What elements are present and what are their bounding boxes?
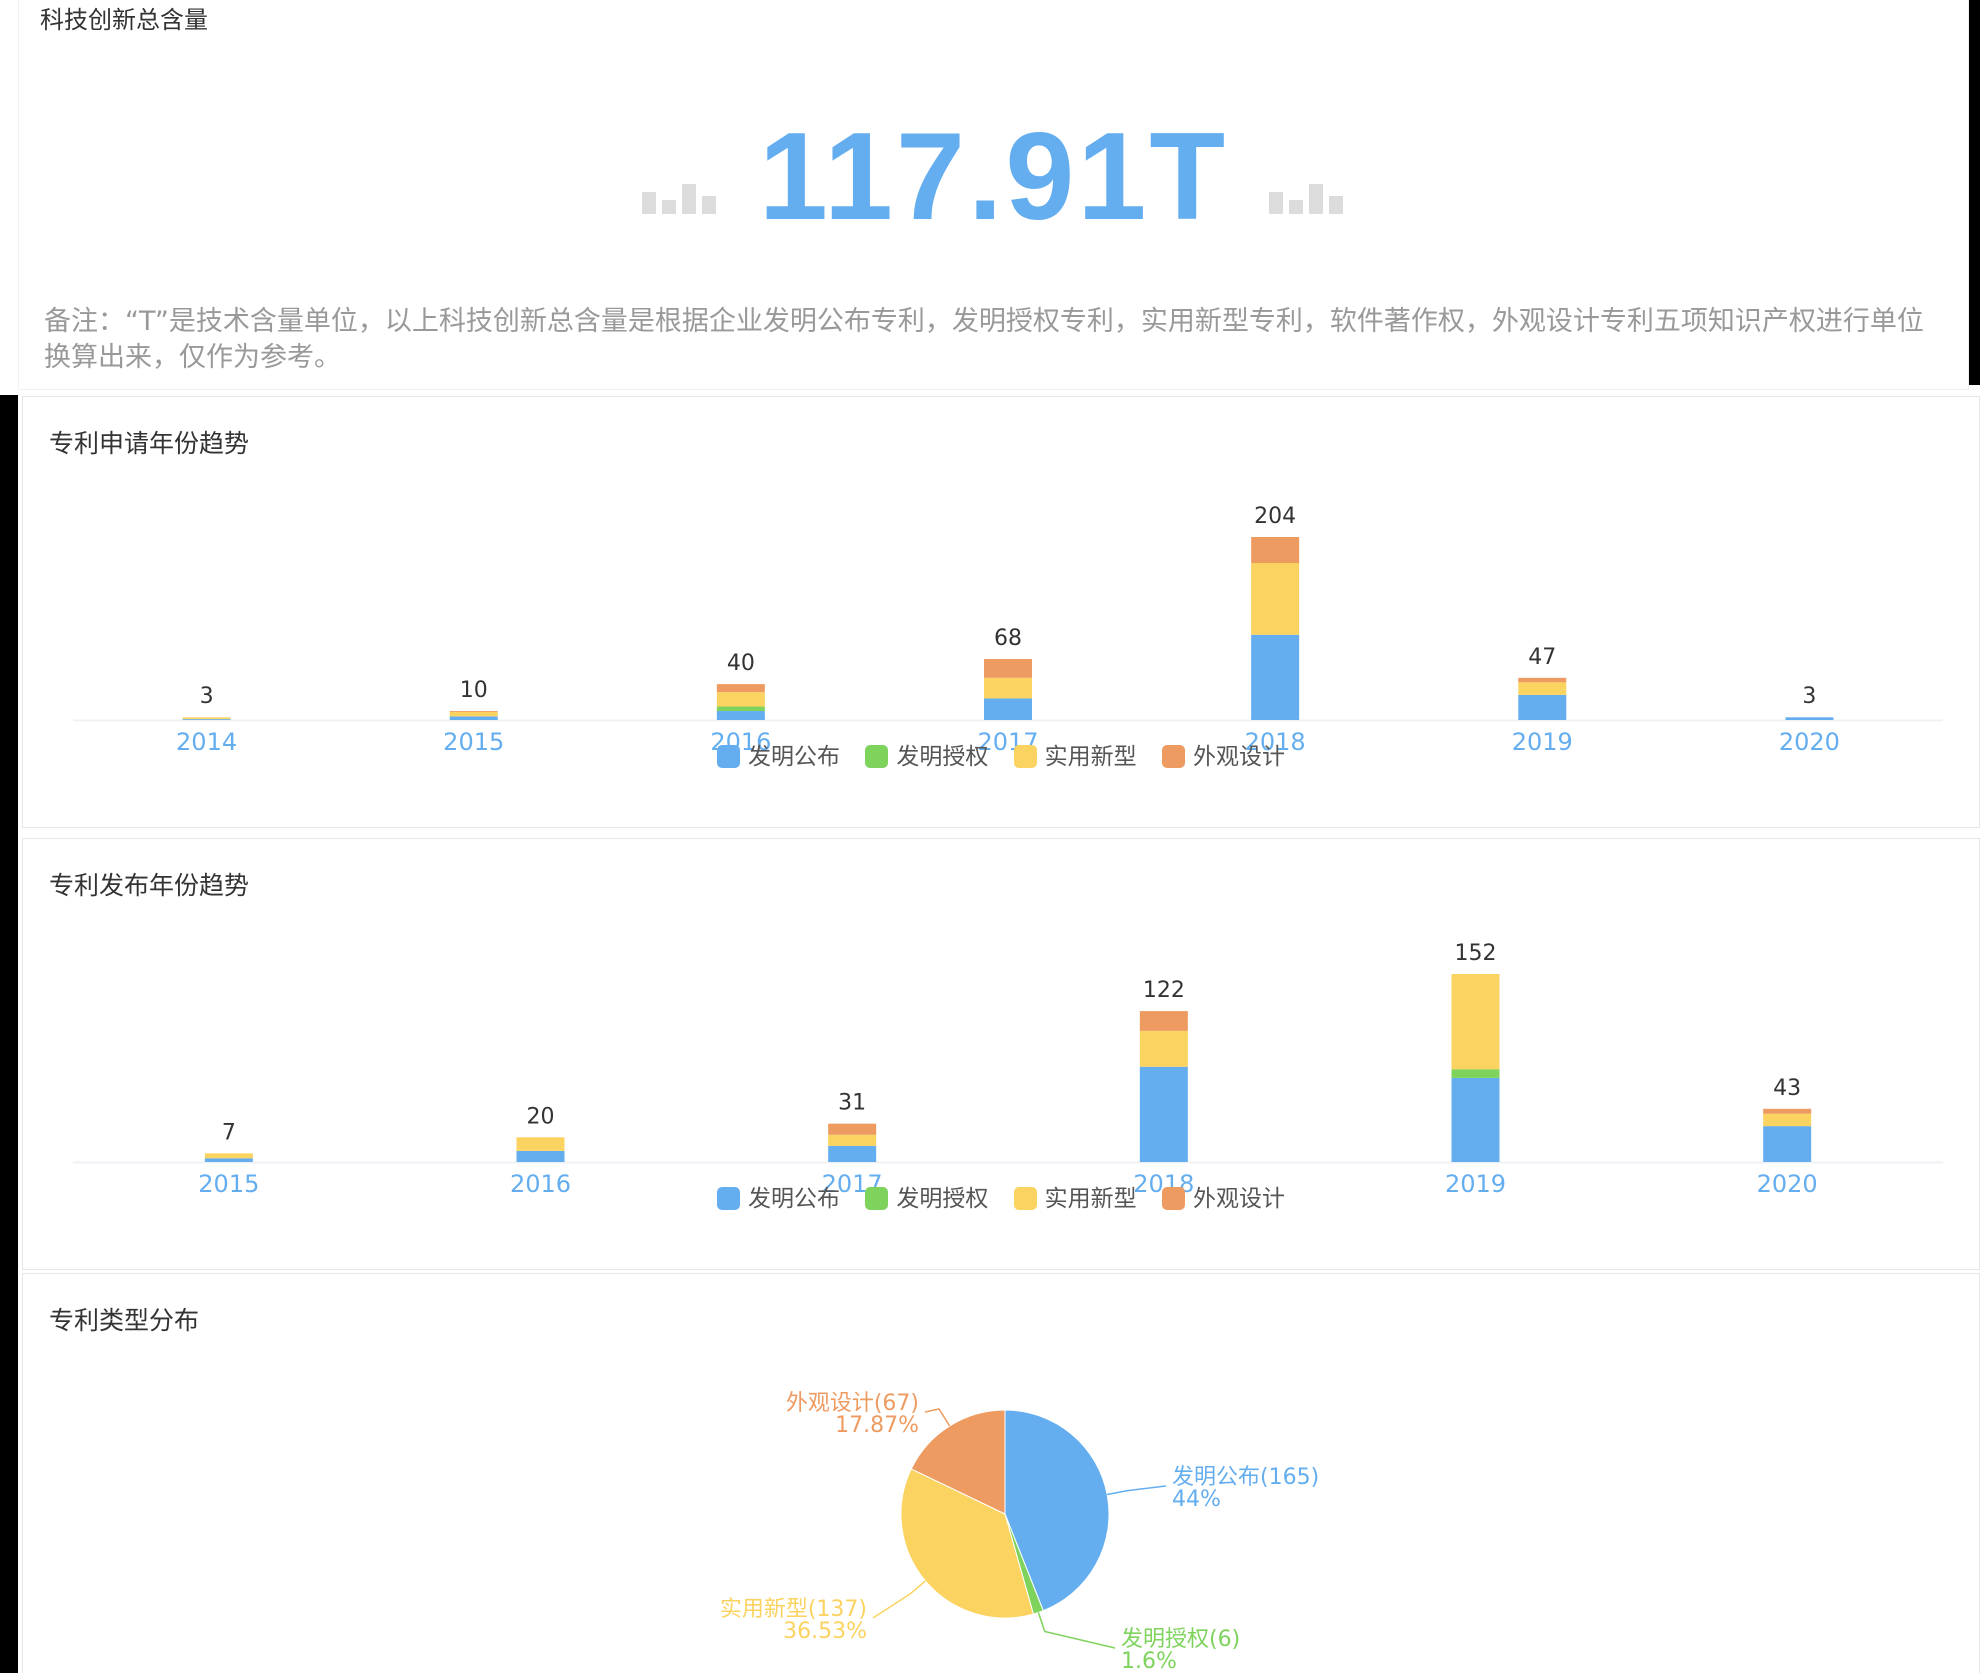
legend-label: 发明公布 [748, 744, 841, 770]
legend-swatch [865, 1187, 889, 1210]
bar-segment[interactable] [984, 677, 1032, 699]
bar-segment[interactable] [182, 717, 231, 720]
pie-percent-label: 44% [1172, 1487, 1221, 1512]
bar-segment[interactable] [716, 684, 765, 693]
type-pie-chart: 发明公布(165)44%发明授权(6)1.6%实用新型(137)36.53%外观… [720, 1391, 1319, 1674]
bar-segment[interactable] [1139, 1030, 1188, 1067]
pie-leader-line [872, 1580, 926, 1619]
legend-label: 外观设计 [1192, 1186, 1285, 1212]
bar-segment[interactable] [828, 1123, 877, 1135]
frame-edge-right [1969, 0, 1980, 385]
bar-segment[interactable] [204, 1158, 253, 1162]
bar-segment[interactable] [449, 716, 498, 720]
bar-segment[interactable] [449, 711, 498, 712]
panel-title: 科技创新总含量 [40, 6, 208, 34]
pie-percent-label: 17.87% [835, 1413, 919, 1438]
total-value: 117.91T [758, 108, 1229, 246]
chart-legend: 发明公布 发明授权 实用新型 外观设计 [23, 1179, 1979, 1213]
legend-swatch [865, 745, 889, 768]
bar-segment[interactable] [1763, 1108, 1812, 1114]
legend-item-faming-shouquan[interactable]: 发明授权 [865, 1179, 988, 1213]
legend-swatch [1013, 1187, 1037, 1210]
bar-segment[interactable] [1451, 1077, 1500, 1162]
bar-segment[interactable] [1763, 1113, 1812, 1127]
legend-label: 实用新型 [1044, 744, 1137, 770]
bar-segment[interactable] [182, 719, 231, 720]
bar-segment[interactable] [1451, 1069, 1500, 1078]
bar-total-label: 122 [1143, 978, 1185, 1003]
legend-label: 发明授权 [896, 1186, 989, 1212]
pie-percent-label: 36.53% [783, 1619, 867, 1644]
bar-segment[interactable] [449, 711, 498, 717]
legend-item-shiyong-xinxing[interactable]: 实用新型 [1013, 1179, 1137, 1213]
bar-segment[interactable] [1518, 694, 1567, 720]
pie-leader-line [1037, 1612, 1116, 1649]
bar-segment[interactable] [828, 1134, 877, 1146]
note-text: 备注：“T”是技术含量单位，以上科技创新总含量是根据企业发明公布专利，发明授权专… [44, 306, 1924, 373]
bar-total-label: 204 [1254, 504, 1296, 529]
type-distribution-panel: 专利类型分布 发明公布(165) 44% 发明授权(6) 1.6% 实用新型(137) 3… [22, 1273, 1980, 1674]
legend-swatch [1013, 745, 1037, 768]
legend-swatch [717, 745, 741, 768]
bar-total-label: 68 [994, 626, 1022, 651]
bar-segment[interactable] [1763, 1126, 1812, 1162]
legend-swatch [1161, 745, 1185, 768]
publish-trend-panel: 专利发布年份趋势 7 2015 20 2016 31 2017 122 2018 152 2019… [22, 838, 1980, 1270]
bar-total-label: 43 [1773, 1076, 1801, 1101]
bar-chart-icon-right [1269, 180, 1345, 214]
legend-label: 实用新型 [1044, 1186, 1137, 1212]
bar-segment[interactable] [1451, 974, 1500, 1070]
bar-segment[interactable] [828, 1145, 877, 1162]
bar-segment[interactable] [716, 711, 765, 720]
pie-percent-label: 1.6% [1121, 1649, 1177, 1674]
bar-segment[interactable] [984, 698, 1032, 720]
bar-total-label: 3 [1802, 684, 1816, 709]
pie-leader-line [924, 1408, 951, 1427]
legend-label: 发明授权 [896, 744, 989, 770]
total-value-row: 117.91T [19, 115, 1968, 239]
legend-item-faming-gongbu[interactable]: 发明公布 [717, 1179, 840, 1213]
legend-item-shiyong-xinxing[interactable]: 实用新型 [1013, 737, 1137, 771]
legend-item-faming-shouquan[interactable]: 发明授权 [865, 737, 988, 771]
bar-segment[interactable] [1139, 1011, 1188, 1031]
bar-segment[interactable] [1785, 717, 1834, 720]
bar-segment[interactable] [1251, 563, 1300, 635]
legend-swatch [717, 1187, 741, 1210]
bar-segment[interactable] [1518, 682, 1567, 695]
bar-total-label: 152 [1455, 941, 1497, 966]
frame-edge-left [0, 395, 18, 1673]
total-content-panel: 科技创新总含量 117.91T 备注：“T”是技术含量单位，以上科技创新总含量是… [18, 0, 1969, 390]
bar-segment[interactable] [984, 659, 1032, 678]
bar-segment[interactable] [1251, 537, 1300, 564]
bar-segment[interactable] [516, 1150, 565, 1162]
bar-total-label: 47 [1528, 645, 1556, 670]
apply-trend-panel: 专利申请年份趋势 3 2014 10 2015 40 2016 68 2017 204 2018 4… [22, 396, 1980, 828]
legend-item-faming-gongbu[interactable]: 发明公布 [717, 737, 840, 771]
bar-segment[interactable] [716, 692, 765, 707]
legend-item-waiguan-sheji[interactable]: 外观设计 [1161, 737, 1285, 771]
bar-chart-icon-left [641, 180, 718, 214]
bar-segment[interactable] [1139, 1066, 1188, 1162]
legend-label: 外观设计 [1192, 744, 1285, 770]
bar-segment[interactable] [1518, 677, 1567, 683]
bar-segment[interactable] [516, 1137, 565, 1151]
bar-segment[interactable] [1251, 634, 1300, 720]
bar-total-label: 7 [222, 1120, 236, 1145]
legend-item-waiguan-sheji[interactable]: 外观设计 [1161, 1179, 1285, 1213]
pie-leader-line [1107, 1485, 1167, 1496]
chart-legend: 发明公布 发明授权 实用新型 外观设计 [23, 737, 1979, 771]
bar-total-label: 20 [527, 1104, 555, 1129]
bar-total-label: 40 [727, 651, 755, 676]
bar-total-label: 31 [838, 1091, 866, 1116]
legend-swatch [1161, 1187, 1185, 1210]
legend-label: 发明公布 [748, 1186, 841, 1212]
bar-segment[interactable] [204, 1153, 253, 1159]
bar-total-label: 10 [460, 678, 488, 703]
bar-segment[interactable] [716, 706, 765, 712]
bar-total-label: 3 [200, 684, 214, 709]
